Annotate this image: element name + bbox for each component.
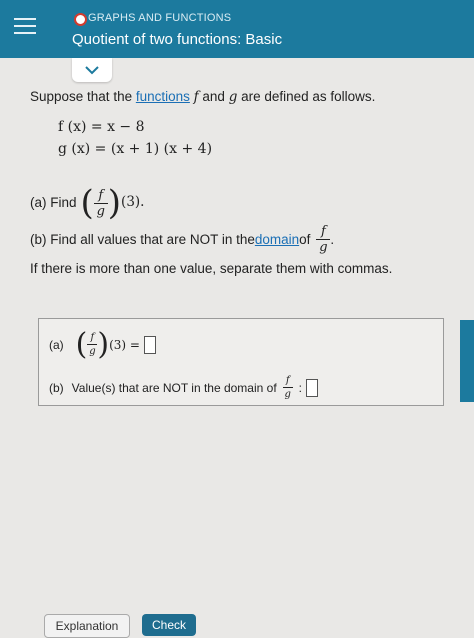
status-indicator-icon	[74, 13, 87, 26]
instruction-text: If there is more than one value, separat…	[30, 261, 393, 276]
answer-frac-num: f	[90, 332, 95, 343]
answer-a-row: (a) ( f g ) (3) =	[49, 327, 156, 362]
menu-icon[interactable]	[14, 18, 36, 36]
answer-b-text: Value(s) that are NOT in the domain of	[71, 380, 277, 395]
open-paren: (	[80, 183, 94, 223]
page-title: Quotient of two functions: Basic	[72, 31, 283, 48]
explanation-button[interactable]: Explanation	[44, 614, 130, 638]
problem-intro: Suppose that the functions f and g are d…	[30, 90, 375, 105]
answer-b-row: (b) Value(s) that are NOT in the domain …	[49, 375, 319, 400]
fraction-num-b: f	[321, 224, 326, 239]
answer-a-arg: (3) =	[109, 337, 140, 352]
fraction-den: g	[96, 203, 105, 219]
part-b-of: of	[299, 231, 311, 247]
fraction-den-b: g	[319, 240, 328, 255]
intro-suffix: are defined as follows.	[237, 89, 376, 104]
chevron-down-icon	[85, 66, 99, 75]
answer-b-input[interactable]	[306, 378, 319, 397]
answer-b-frac-den: g	[284, 389, 291, 400]
equation-g: g (x) = (x + 1) (x + 4)	[58, 141, 213, 157]
check-button[interactable]: Check	[142, 614, 196, 636]
equation-f: f (x) = x − 8	[58, 119, 145, 135]
fraction-f-over-g: f g	[93, 187, 108, 219]
answer-frac-den: g	[89, 346, 96, 357]
part-a-arg: (3).	[121, 194, 145, 211]
side-panel-edge	[460, 320, 474, 402]
fraction-num: f	[98, 187, 104, 203]
intro-mid: and	[198, 89, 229, 104]
answer-fraction: f g	[87, 332, 98, 357]
answer-panel: (a) ( f g ) (3) = (b) Value(s) that are …	[38, 318, 444, 406]
answer-a-input[interactable]	[143, 335, 156, 354]
answer-b-label: (b)	[49, 380, 64, 395]
part-b-question: (b) Find all values that are NOT in the …	[30, 225, 334, 254]
answer-open-paren: (	[75, 327, 88, 362]
answer-b-frac-num: f	[285, 375, 290, 386]
intro-text: Suppose that the	[30, 89, 136, 104]
part-b-text: (b) Find all values that are NOT in the	[30, 231, 255, 247]
functions-link[interactable]: functions	[136, 89, 190, 104]
domain-link[interactable]: domain	[255, 233, 299, 247]
topic-label: GRAPHS AND FUNCTIONS	[88, 12, 232, 24]
header-bar: GRAPHS AND FUNCTIONS Quotient of two fun…	[0, 0, 474, 58]
answer-b-colon: :	[298, 380, 303, 395]
part-a-question: (a) Find ( f g ) (3).	[30, 186, 144, 220]
answer-close-paren: )	[97, 327, 110, 362]
close-paren: )	[107, 183, 122, 223]
part-a-label: (a) Find	[30, 195, 77, 211]
part-b-end: .	[330, 231, 335, 247]
collapse-toggle[interactable]	[72, 58, 112, 82]
fraction-f-over-g-b: f g	[316, 224, 331, 255]
answer-a-label: (a)	[49, 337, 64, 352]
answer-b-fraction: f g	[282, 375, 293, 400]
